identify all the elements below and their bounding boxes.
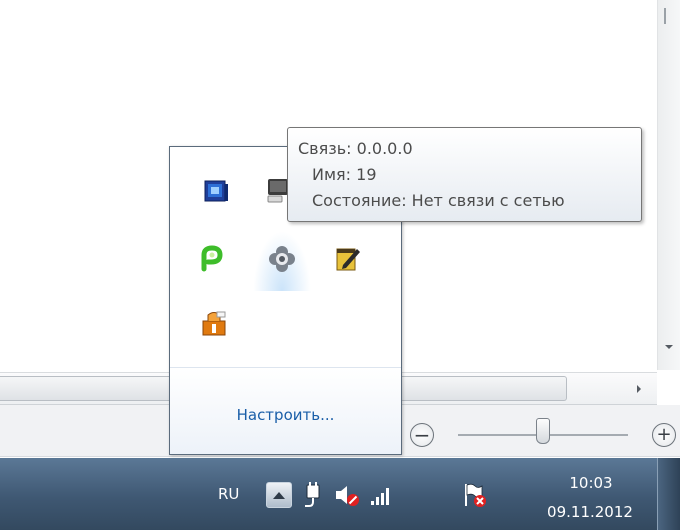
clock-date[interactable]: 09.11.2012 <box>532 503 648 521</box>
gray-flower-app-icon[interactable] <box>268 245 296 273</box>
chevron-up-icon <box>273 491 285 499</box>
tooltip-status: Состояние: Нет связи с сетью <box>312 191 565 210</box>
customize-link[interactable]: Настроить... <box>170 406 401 424</box>
scroll-down-arrow-icon[interactable] <box>665 345 673 349</box>
language-indicator[interactable]: RU <box>218 485 239 503</box>
notepad-pen-icon[interactable] <box>334 245 362 273</box>
popup-footer: Настроить... <box>170 367 401 454</box>
zoom-in-button[interactable]: + <box>652 423 676 447</box>
clock-time[interactable]: 10:03 <box>556 474 626 492</box>
action-center-flag-icon[interactable] <box>462 482 488 508</box>
vertical-scrollbar[interactable] <box>657 0 680 370</box>
zoom-slider-thumb[interactable] <box>536 418 550 444</box>
volume-muted-icon[interactable] <box>334 482 360 508</box>
signal-bars-icon[interactable] <box>368 482 394 508</box>
network-monitor-icon[interactable] <box>262 177 290 205</box>
scroll-right-arrow-icon[interactable] <box>637 385 641 393</box>
network-tooltip: Связь: 0.0.0.0 Имя: 19 Состояние: Нет св… <box>287 127 642 222</box>
orange-shield-app-icon[interactable] <box>200 309 228 337</box>
scrollbar-grip <box>664 8 666 24</box>
show-hidden-icons-button[interactable] <box>266 482 292 508</box>
tooltip-connection: Связь: 0.0.0.0 <box>298 139 413 158</box>
vpn-app-icon[interactable] <box>202 177 230 205</box>
show-desktop-button[interactable] <box>657 458 680 530</box>
power-plug-icon[interactable] <box>300 482 326 508</box>
screen: − + RU 10:03 09.11.2012 Настроить... Свя… <box>0 0 680 530</box>
green-p-app-icon[interactable] <box>198 245 226 273</box>
zoom-out-button[interactable]: − <box>410 423 434 447</box>
tooltip-name: Имя: 19 <box>312 165 377 184</box>
